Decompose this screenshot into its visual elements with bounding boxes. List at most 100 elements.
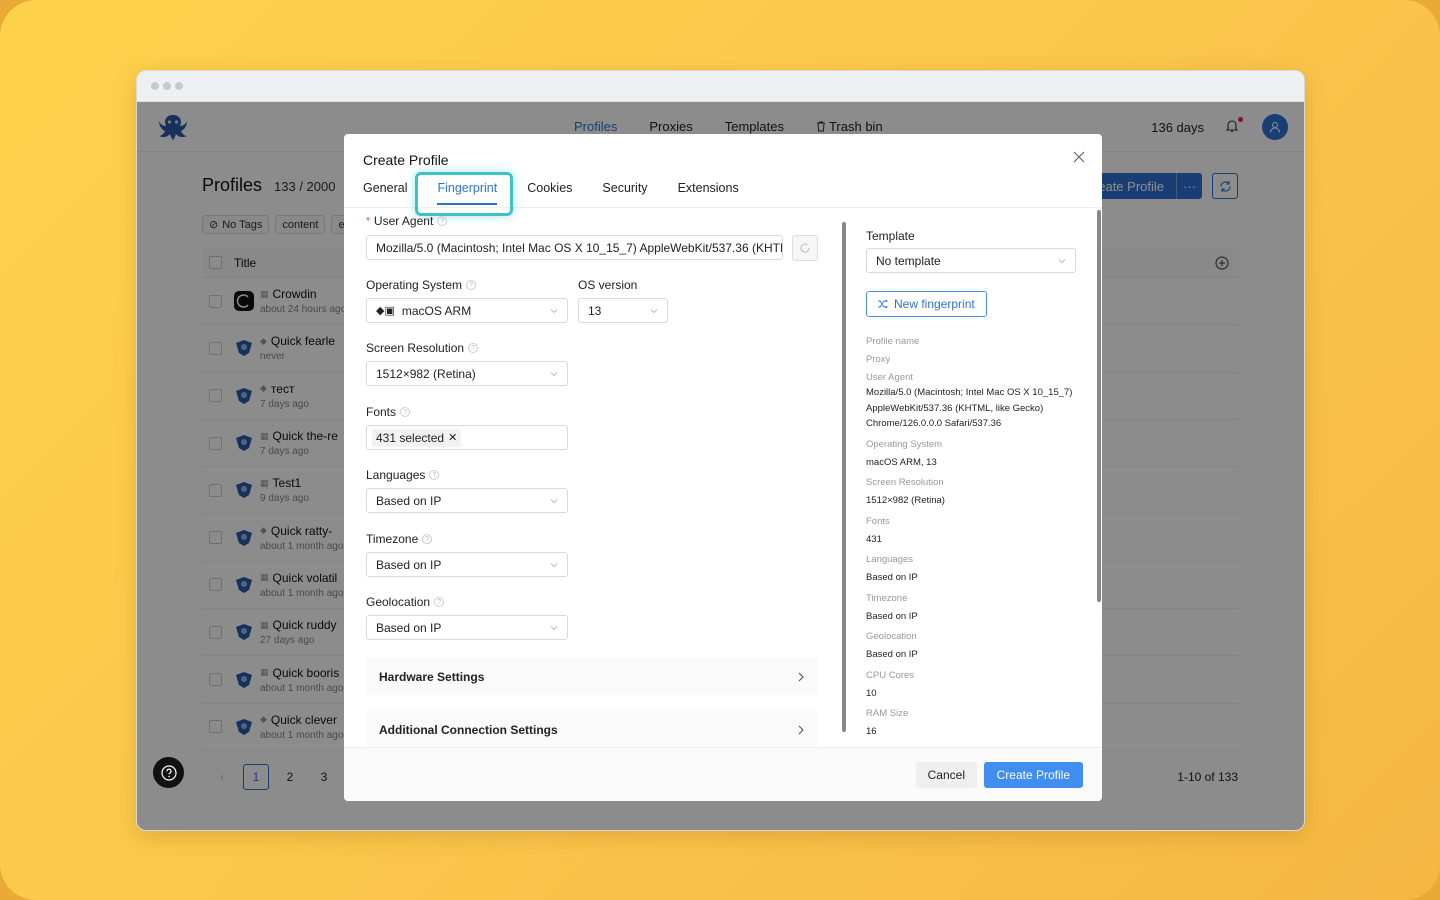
summary-scrollbar[interactable] xyxy=(1097,210,1101,602)
user-agent-label: * User Agent ? xyxy=(366,214,448,228)
fingerprint-summary: Profile name Proxy User Agent Mozilla/5.0 (… xyxy=(866,336,1081,740)
window-controls[interactable] xyxy=(151,82,183,90)
screen-resolution-value: 1512×982 (Retina) xyxy=(376,366,476,381)
fingerprint-summary-panel: Template No template New fingerprint Pro… xyxy=(849,208,1097,747)
summary-label: Proxy xyxy=(866,354,891,365)
summary-value: 431 xyxy=(866,533,882,545)
regenerate-user-agent-button[interactable] xyxy=(792,235,818,261)
os-label-text: Operating System xyxy=(366,278,463,292)
window-titlebar xyxy=(137,71,1304,102)
chevron-down-icon xyxy=(550,563,558,568)
help-icon[interactable]: ? xyxy=(429,470,440,480)
timezone-select[interactable]: Based on IP xyxy=(366,552,568,577)
help-icon[interactable]: ? xyxy=(422,534,433,544)
summary-label: Timezone xyxy=(866,592,908,604)
languages-select[interactable]: Based on IP xyxy=(366,488,568,513)
os-select[interactable]: ◆▣ macOS ARM xyxy=(366,298,568,323)
summary-value: Based on IP xyxy=(866,610,918,622)
fonts-chip: 431 selected ✕ xyxy=(372,428,462,447)
geolocation-label-text: Geolocation xyxy=(366,595,431,609)
chevron-down-icon xyxy=(550,309,558,314)
screen-resolution-select[interactable]: 1512×982 (Retina) xyxy=(366,361,568,386)
help-icon[interactable]: ? xyxy=(466,280,477,290)
screen-resolution-label-text: Screen Resolution xyxy=(366,341,465,355)
user-agent-input[interactable]: Mozilla/5.0 (Macintosh; Intel Mac OS X 1… xyxy=(366,235,783,260)
summary-value: macOS ARM, 13 xyxy=(866,456,937,468)
new-fingerprint-button[interactable]: New fingerprint xyxy=(866,291,987,317)
screen-resolution-label: Screen Resolution ? xyxy=(366,341,479,355)
create-profile-button[interactable]: Create Profile xyxy=(983,762,1083,788)
help-icon[interactable]: ? xyxy=(437,216,448,226)
tab-fingerprint[interactable]: Fingerprint xyxy=(437,181,497,207)
user-agent-label-text: User Agent xyxy=(373,214,434,228)
tab-security[interactable]: Security xyxy=(602,181,647,207)
close-icon[interactable] xyxy=(1072,150,1086,164)
help-icon[interactable]: ? xyxy=(434,597,445,607)
tab-cookies[interactable]: Cookies xyxy=(527,181,572,207)
chevron-down-icon xyxy=(550,626,558,631)
summary-value: 1512×982 (Retina) xyxy=(866,495,945,506)
remove-chip-icon[interactable]: ✕ xyxy=(448,431,457,444)
timezone-value: Based on IP xyxy=(376,557,442,572)
summary-value: 16 xyxy=(866,726,877,737)
help-button[interactable] xyxy=(153,757,184,788)
chevron-right-icon xyxy=(798,672,804,681)
modal-footer: Cancel Create Profile xyxy=(344,747,1102,801)
summary-label: RAM Size xyxy=(866,708,909,719)
template-label: Template xyxy=(866,229,915,243)
chevron-down-icon xyxy=(550,499,558,504)
summary-label: Languages xyxy=(866,554,914,565)
geolocation-select[interactable]: Based on IP xyxy=(366,615,568,640)
timezone-label: Timezone ? xyxy=(366,532,433,546)
os-value: macOS ARM xyxy=(401,303,472,318)
languages-label: Languages ? xyxy=(366,468,440,482)
summary-value: Based on IP xyxy=(866,572,918,583)
help-icon xyxy=(160,764,177,781)
summary-label: CPU Cores xyxy=(866,669,915,681)
modal-title: Create Profile xyxy=(363,152,449,168)
shuffle-icon xyxy=(878,300,888,308)
os-version-label: OS version xyxy=(578,278,638,292)
fingerprint-form: * User Agent ? Mozilla/5.0 (Macintosh; I… xyxy=(344,208,840,747)
chevron-right-icon xyxy=(798,725,804,734)
chevron-down-icon xyxy=(650,309,658,314)
summary-value: Mozilla/5.0 (Macintosh; Intel Mac OS X 1… xyxy=(866,387,1073,429)
create-profile-modal: Create Profile General Fingerprint Cooki… xyxy=(344,134,1102,801)
help-icon[interactable]: ? xyxy=(400,407,411,417)
fonts-chip-label: 431 selected xyxy=(376,430,445,445)
summary-label: Fonts xyxy=(866,515,890,527)
refresh-icon xyxy=(800,243,810,253)
fonts-label-text: Fonts xyxy=(366,405,397,419)
fonts-multiselect[interactable]: 431 selected ✕ xyxy=(366,425,568,450)
chevron-down-icon xyxy=(1058,259,1066,264)
summary-label: Operating System xyxy=(866,438,943,450)
macos-icon: ◆▣ xyxy=(376,305,395,317)
summary-label: User Agent xyxy=(866,372,913,383)
help-icon[interactable]: ? xyxy=(468,343,479,353)
geolocation-label: Geolocation ? xyxy=(366,595,445,609)
os-label: Operating System ? xyxy=(366,278,477,292)
required-marker: * xyxy=(366,215,370,227)
chevron-down-icon xyxy=(550,372,558,377)
hardware-settings-label: Hardware Settings xyxy=(379,669,485,684)
timezone-label-text: Timezone xyxy=(366,532,419,546)
template-select[interactable]: No template xyxy=(866,248,1076,273)
summary-label: Profile name xyxy=(866,336,920,347)
hardware-settings-section[interactable]: Hardware Settings xyxy=(366,658,818,695)
additional-connection-settings-section[interactable]: Additional Connection Settings xyxy=(366,711,818,747)
summary-value: 10 xyxy=(866,687,877,699)
cancel-button[interactable]: Cancel xyxy=(915,762,977,788)
summary-label: Geolocation xyxy=(866,631,917,642)
summary-value: Based on IP xyxy=(866,649,918,660)
fonts-label: Fonts ? xyxy=(366,405,411,419)
languages-label-text: Languages xyxy=(366,468,426,482)
tab-general[interactable]: General xyxy=(363,181,407,207)
template-value: No template xyxy=(876,253,941,268)
geolocation-value: Based on IP xyxy=(376,620,442,635)
new-fingerprint-label: New fingerprint xyxy=(894,297,975,311)
browser-window: Profiles Proxies Templates Trash bin 136… xyxy=(136,70,1305,831)
os-version-select[interactable]: 13 xyxy=(578,298,668,323)
form-scrollbar[interactable] xyxy=(842,222,846,732)
tab-extensions[interactable]: Extensions xyxy=(678,181,739,207)
additional-connection-settings-label: Additional Connection Settings xyxy=(379,722,558,737)
